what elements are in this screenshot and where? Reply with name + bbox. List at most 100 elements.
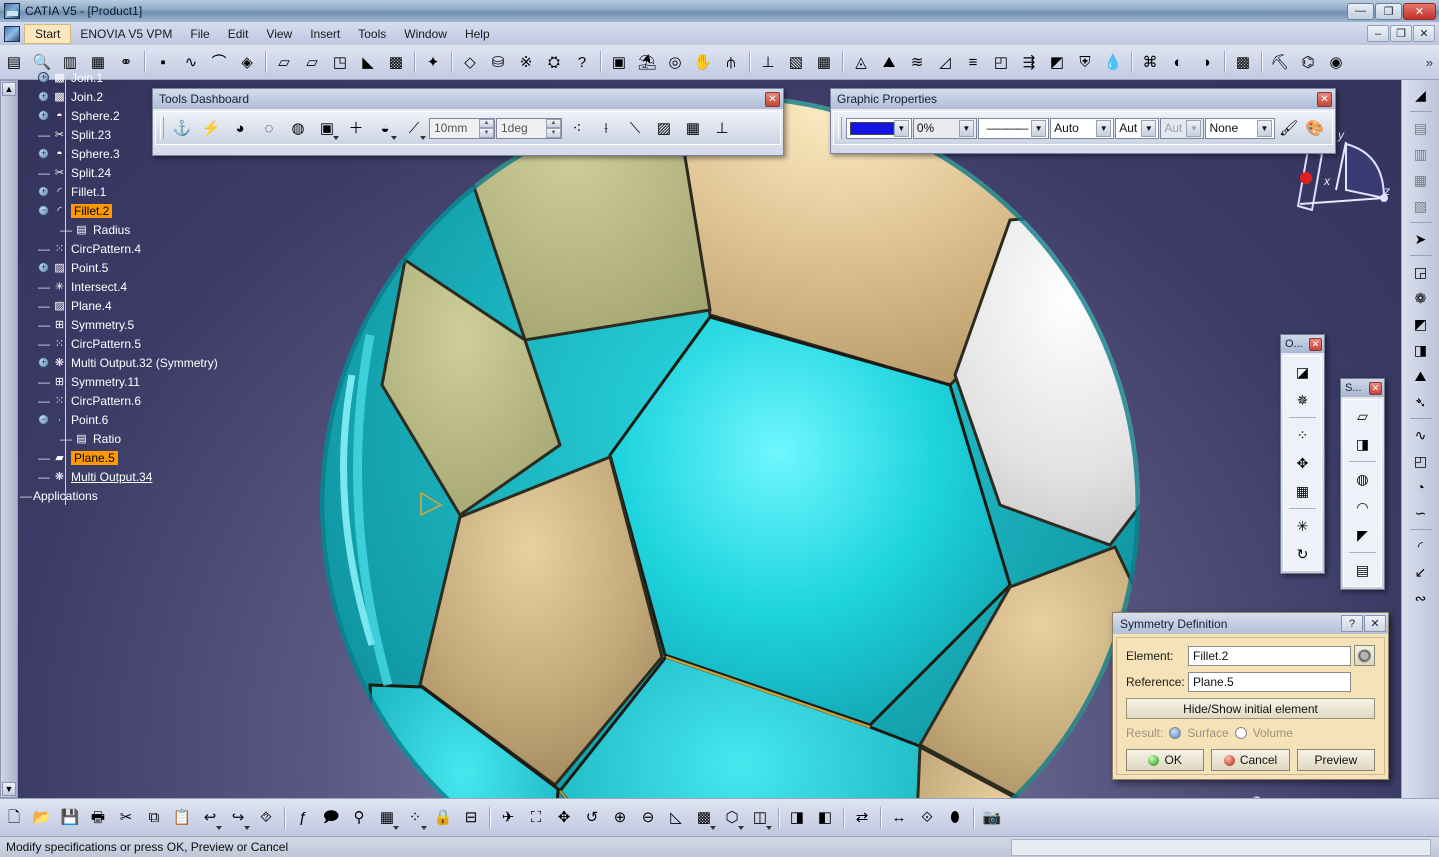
tree-node-label[interactable]: Plane.5 [71, 450, 118, 465]
comment-icon[interactable]: 🗩 [318, 805, 344, 831]
cylinder-icon[interactable]: ⛁ [485, 49, 511, 75]
snap-to-point-icon[interactable]: ⚓ [169, 115, 195, 141]
chevron-down-icon[interactable]: ▼ [1096, 119, 1112, 137]
tree-expander[interactable]: − [38, 205, 49, 216]
spline-curve-icon[interactable]: ∿ [1408, 422, 1434, 448]
deform-icon[interactable]: ✳ [1290, 513, 1316, 539]
tree-row[interactable]: + ▩ Join.1 [20, 68, 310, 87]
formula-icon[interactable]: ƒ [290, 805, 316, 831]
isometric-view-icon[interactable]: ⬡ [719, 805, 745, 831]
tree-row[interactable]: + ◜ Fillet.1 [20, 182, 310, 201]
chevron-down-icon[interactable]: ▼ [958, 119, 974, 137]
rotate-icon[interactable]: ↻ [1290, 541, 1316, 567]
paste-spec-icon[interactable]: ▥ [1408, 141, 1434, 167]
tree-row[interactable]: + ▨ Point.5 [20, 258, 310, 277]
extract-icon[interactable]: ◪ [1290, 359, 1316, 385]
point-snap-icon[interactable]: ⁖ [564, 115, 590, 141]
symmetry-definition-dialog[interactable]: Symmetry Definition ? ✕ Element: Fillet.… [1112, 612, 1389, 780]
tree-node-label[interactable]: Symmetry.5 [71, 318, 134, 332]
protractor-icon[interactable]: ◒ [372, 115, 398, 141]
tree-expander[interactable]: + [38, 262, 49, 273]
ribbon-icon[interactable]: ◿ [932, 49, 958, 75]
toolbar-overflow-chevron[interactable]: » [1426, 55, 1439, 70]
axis-system-icon[interactable]: ⊥ [755, 49, 781, 75]
tools-dashboard-close-button[interactable]: ✕ [765, 91, 780, 107]
zoom-out-icon[interactable]: ⊖ [635, 805, 661, 831]
tree-node-label[interactable]: Plane.4 [71, 299, 112, 313]
patch-icon[interactable]: ◰ [988, 49, 1014, 75]
apply-material-icon[interactable]: ⛏ [1267, 49, 1293, 75]
tree-node-label[interactable]: Split.23 [71, 128, 111, 142]
dialog-close-button[interactable]: ✕ [1364, 615, 1386, 632]
tree-row[interactable]: — ⁙ CircPattern.5 [20, 334, 310, 353]
doc-restore-button[interactable]: ❐ [1390, 25, 1412, 42]
chevron-down-icon[interactable]: ▼ [1031, 119, 1047, 137]
tree-expander[interactable]: + [38, 91, 49, 102]
material-palette-icon[interactable]: 🎨 [1303, 115, 1327, 141]
copy-icon[interactable]: ⧉ [141, 805, 167, 831]
chevron-down-icon[interactable]: ▼ [1141, 119, 1157, 137]
save-icon[interactable]: 💾 [57, 805, 83, 831]
linetype-combo[interactable]: ———— ▼ [977, 117, 1050, 139]
plane-offset-icon[interactable]: ▱ [1350, 403, 1376, 429]
surface-patch-icon[interactable]: ◰ [1408, 448, 1434, 474]
net-icon[interactable]: ⌘ [1137, 49, 1163, 75]
tools-dashboard-palette[interactable]: Tools Dashboard ✕ ⚓ ⚡ ◕ ◌ ◍ ▣ ＋ ◒ ⟋ 10mm ▲ ▼ 1deg ▲ ▼ ⁖… [152, 88, 784, 156]
sketch-surface-icon[interactable]: ◩ [1408, 311, 1434, 337]
preview-button[interactable]: Preview [1296, 749, 1375, 771]
rgb-cube-icon[interactable]: ◨ [1408, 337, 1434, 363]
hide-show-icon[interactable]: ◧ [812, 805, 838, 831]
maximize-button[interactable]: ❐ [1375, 2, 1402, 20]
rotate-icon[interactable]: ↺ [579, 805, 605, 831]
fill-surface-icon[interactable]: ◠ [1350, 494, 1376, 520]
constraint-icon[interactable]: ⚲ [346, 805, 372, 831]
lock-icon[interactable]: 🔒 [430, 805, 456, 831]
apply-material-icon[interactable]: ◨ [784, 805, 810, 831]
design-table-icon[interactable]: ▦ [374, 805, 400, 831]
tree-node-label[interactable]: Join.1 [71, 71, 103, 85]
whats-this-icon[interactable]: ⯑ [253, 805, 279, 831]
compass-snap-icon[interactable]: ⊥ [709, 115, 735, 141]
open-book-icon[interactable]: ◲ [1408, 259, 1434, 285]
cancel-button[interactable]: Cancel [1211, 749, 1290, 771]
measure-between-icon[interactable]: ↔ [886, 805, 912, 831]
assembly-icon[interactable]: ▣ [606, 49, 632, 75]
pick-element-icon[interactable]: 🔘 [1354, 645, 1375, 666]
ok-button[interactable]: OK [1126, 749, 1205, 771]
spiral-icon[interactable]: ◎ [662, 49, 688, 75]
tree-applications-label[interactable]: Applications [33, 489, 98, 503]
mapping-icon[interactable]: ◩ [1044, 49, 1070, 75]
tree-row[interactable]: — ❋ Multi Output.34 [20, 467, 310, 486]
tree-node-label[interactable]: Sphere.3 [71, 147, 120, 161]
menu-item-file[interactable]: File [181, 24, 218, 44]
arrows-surface-icon[interactable]: ⇶ [1016, 49, 1042, 75]
box-icon[interactable]: ▧ [783, 49, 809, 75]
multi-view-icon[interactable]: ▩ [691, 805, 717, 831]
new-document-icon[interactable]: 🗋 [1, 805, 27, 831]
zoom-in-icon[interactable]: ⊕ [607, 805, 633, 831]
tree-expander[interactable]: + [38, 357, 49, 368]
doc-minimize-button[interactable]: – [1367, 25, 1389, 42]
fly-mode-icon[interactable]: ✈ [495, 805, 521, 831]
mesh-icon[interactable]: ▦ [811, 49, 837, 75]
wave-icon[interactable]: ≋ [904, 49, 930, 75]
menu-item-view[interactable]: View [257, 24, 301, 44]
explode-icon[interactable]: ✥ [1290, 450, 1316, 476]
menu-item-edit[interactable]: Edit [219, 24, 258, 44]
measure-inertia-icon[interactable]: ⬮ [942, 805, 968, 831]
knowledge-icon[interactable]: ⊟ [458, 805, 484, 831]
smart-pick-icon[interactable]: ⚡ [198, 115, 224, 141]
doc-close-button[interactable]: ✕ [1413, 25, 1435, 42]
angle-spinner[interactable]: 1deg ▲ ▼ [496, 117, 562, 139]
angle-stepper[interactable]: ▲ ▼ [546, 118, 561, 138]
curve-on-surface-icon[interactable]: ∽ [1408, 500, 1434, 526]
edit-spec-icon[interactable]: ▦ [1408, 167, 1434, 193]
tree-applications-row[interactable]: — Applications [20, 486, 310, 505]
menu-item-start[interactable]: Start [24, 23, 72, 44]
tree-row[interactable]: — ▨ Plane.4 [20, 296, 310, 315]
droplet-icon[interactable]: 💧 [1100, 49, 1126, 75]
help-balloon-icon[interactable]: ? [569, 49, 595, 75]
tree-node-label[interactable]: Point.5 [71, 261, 108, 275]
swap-visible-icon[interactable]: ⇄ [849, 805, 875, 831]
tree-expander[interactable]: + [38, 148, 49, 159]
